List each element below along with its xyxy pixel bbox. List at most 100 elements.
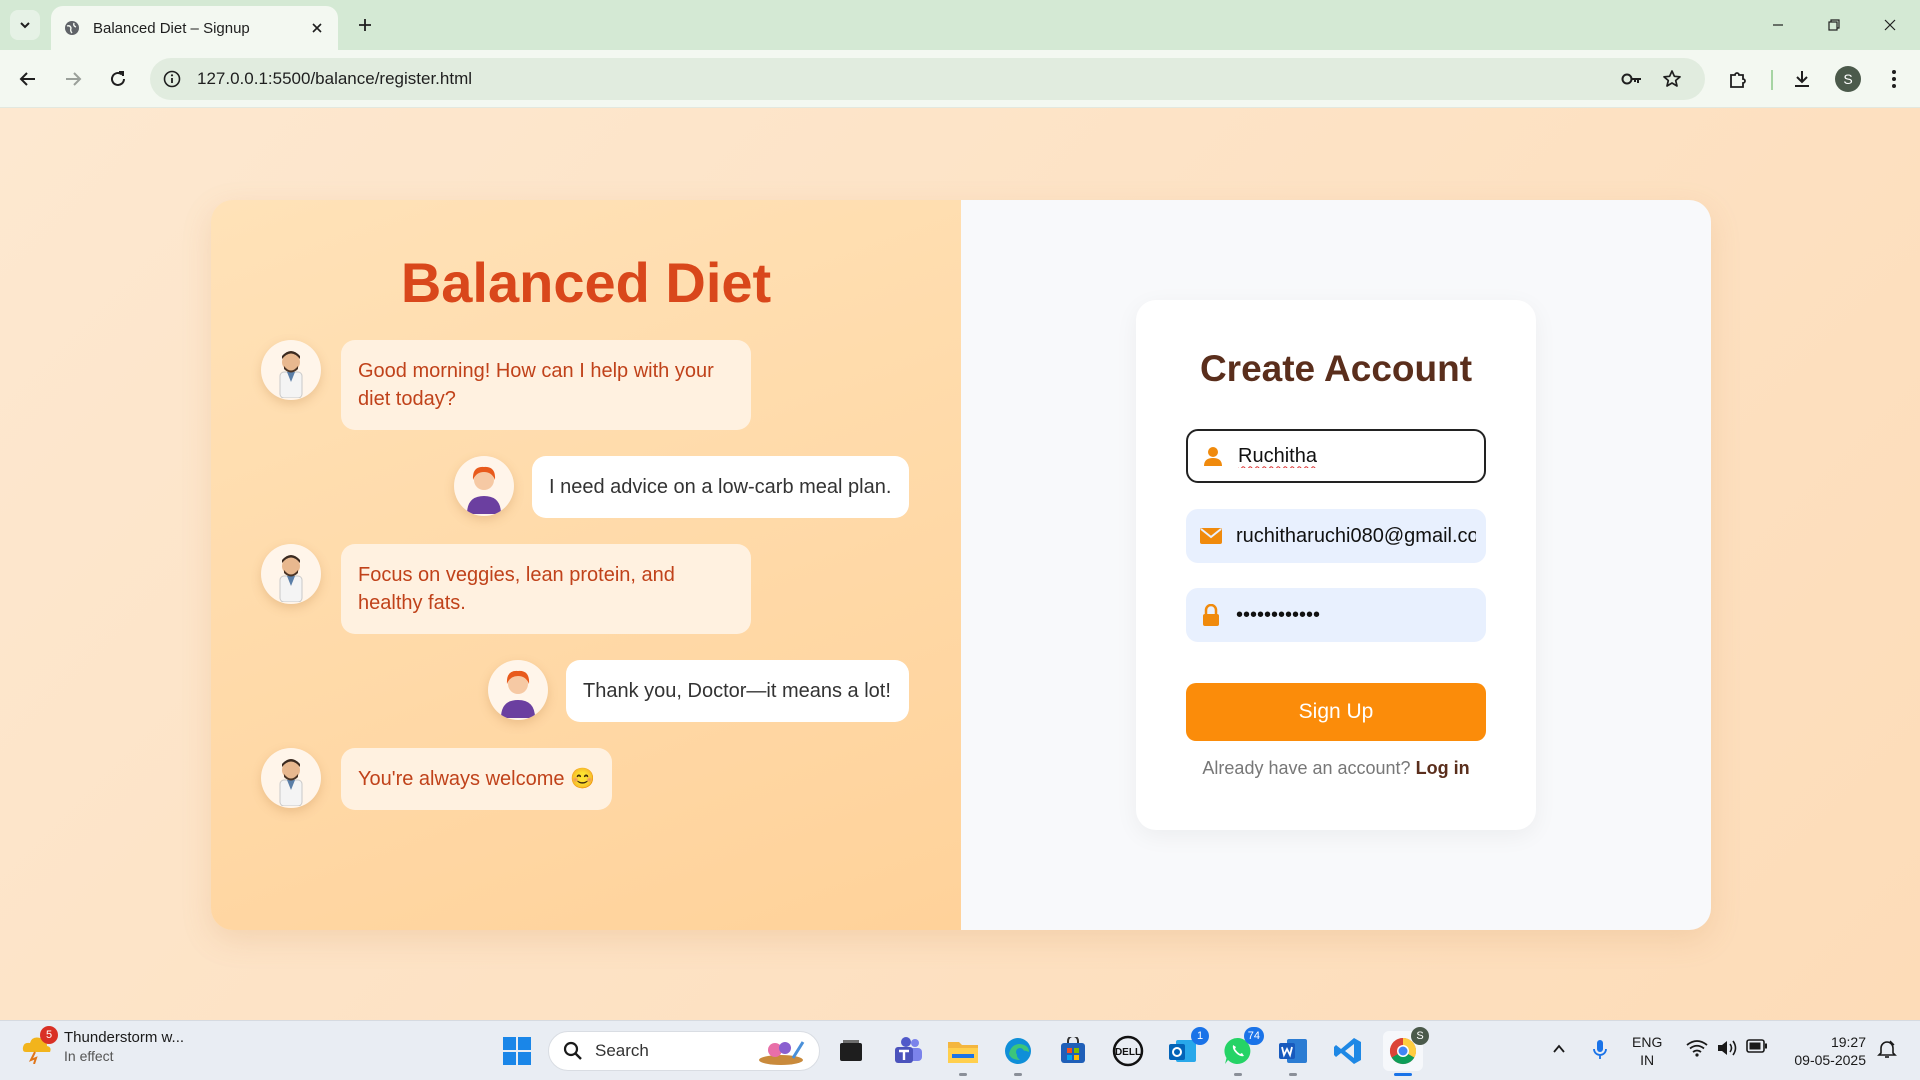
tab-search-button[interactable] — [10, 10, 40, 40]
language-indicator[interactable]: ENG IN — [1632, 1033, 1662, 1069]
name-input[interactable] — [1238, 444, 1478, 468]
whatsapp-badge: 74 — [1243, 1027, 1264, 1045]
svg-text:DELL: DELL — [1115, 1047, 1141, 1058]
close-window-button[interactable] — [1862, 0, 1918, 50]
chat-message-user: Thank you, Doctor—it means a lot! — [488, 660, 909, 722]
active-tab[interactable]: Balanced Diet – Signup — [51, 6, 338, 50]
volume-icon[interactable] — [1716, 1039, 1738, 1057]
folder-icon — [948, 1042, 978, 1063]
whatsapp-app[interactable]: 74 — [1218, 1027, 1264, 1076]
password-field[interactable] — [1186, 588, 1486, 642]
login-prompt-text: Already have an account? — [1202, 758, 1411, 778]
address-bar[interactable]: 127.0.0.1:5500/balance/register.html — [150, 58, 1705, 100]
signup-form: Create Account Ruchitha ruchitharuchi080… — [1136, 300, 1536, 830]
outlook-app[interactable]: 1 — [1163, 1027, 1209, 1071]
password-input[interactable] — [1236, 603, 1476, 627]
word-app[interactable] — [1273, 1031, 1313, 1076]
running-indicator — [1014, 1073, 1022, 1076]
teams-app[interactable] — [888, 1031, 928, 1071]
chevron-up-icon — [1553, 1044, 1565, 1053]
running-indicator — [1234, 1073, 1242, 1076]
reload-button[interactable] — [102, 63, 134, 95]
arrow-right-icon — [66, 72, 82, 86]
minimize-button[interactable] — [1750, 0, 1806, 50]
site-info-icon[interactable] — [162, 69, 182, 89]
chat-bubble: I need advice on a low-carb meal plan. — [532, 456, 909, 518]
chat-message-user: I need advice on a low-carb meal plan. — [454, 456, 909, 518]
chrome-app[interactable]: S — [1383, 1027, 1429, 1076]
sign-up-button[interactable]: Sign Up — [1186, 683, 1486, 741]
star-icon[interactable] — [1660, 68, 1684, 90]
login-link[interactable]: Log in — [1416, 758, 1470, 778]
new-tab-button[interactable] — [351, 11, 379, 39]
dell-logo-icon: DELL — [1112, 1035, 1144, 1067]
system-clock[interactable]: 19:27 09-05-2025 — [1786, 1033, 1866, 1069]
chat-bubble: Focus on veggies, lean protein, and heal… — [341, 544, 751, 634]
brand-title: Balanced Diet — [400, 251, 772, 314]
forward-button[interactable] — [57, 63, 89, 95]
search-highlight-icon — [759, 1041, 805, 1065]
dell-app[interactable]: DELL — [1108, 1031, 1148, 1071]
search-label: Search — [595, 1041, 649, 1060]
chat-message-doctor: You're always welcome 😊 — [261, 748, 612, 810]
browser-toolbar: 127.0.0.1:5500/balance/register.html S — [0, 50, 1920, 108]
extensions-icon[interactable] — [1724, 65, 1752, 93]
user-avatar — [454, 456, 514, 516]
teams-icon — [895, 1037, 922, 1063]
file-explorer-app[interactable] — [943, 1031, 983, 1076]
tab-title: Balanced Diet – Signup — [93, 19, 250, 37]
doctor-avatar — [261, 340, 321, 400]
email-input[interactable] — [1236, 524, 1476, 548]
weather-widget[interactable]: 5 Thunderstorm w... In effect — [20, 1025, 185, 1064]
region-code: IN — [1640, 1052, 1655, 1068]
edge-app[interactable] — [998, 1031, 1038, 1076]
more-menu-icon[interactable] — [1880, 65, 1908, 93]
url-text: 127.0.0.1:5500/balance/register.html — [197, 69, 473, 88]
clock-time: 19:27 — [1830, 1034, 1866, 1050]
microphone-icon[interactable] — [1592, 1039, 1608, 1061]
store-icon — [1061, 1037, 1085, 1063]
taskbar-search[interactable]: Search — [548, 1031, 820, 1071]
profile-avatar[interactable]: S — [1835, 66, 1861, 92]
vscode-app[interactable] — [1328, 1031, 1368, 1071]
show-hidden-icons-button[interactable] — [1551, 1041, 1567, 1057]
chat-bubble: Good morning! How can I help with your d… — [341, 340, 751, 430]
email-field[interactable] — [1186, 509, 1486, 563]
name-field[interactable] — [1186, 429, 1486, 483]
page-viewport: Balanced Diet Good morning! How can I he… — [0, 108, 1920, 1020]
thunderstorm-icon: 5 — [20, 1025, 58, 1064]
chat-bubble: Thank you, Doctor—it means a lot! — [566, 660, 909, 722]
restore-button[interactable] — [1806, 0, 1862, 50]
word-icon — [1279, 1039, 1307, 1063]
task-view-button[interactable] — [831, 1031, 871, 1071]
edge-icon — [1005, 1038, 1031, 1064]
doctor-avatar — [261, 748, 321, 808]
chat-message-doctor: Focus on veggies, lean protein, and heal… — [261, 544, 751, 634]
chat-bubble: You're always welcome 😊 — [341, 748, 612, 810]
lock-icon — [1200, 604, 1222, 626]
weather-title: Thunderstorm w... — [64, 1029, 185, 1046]
task-view-icon — [840, 1040, 862, 1061]
weather-status: In effect — [64, 1048, 114, 1064]
vscode-icon — [1334, 1038, 1361, 1064]
form-panel: Create Account Ruchitha ruchitharuchi080… — [961, 200, 1711, 930]
windows-logo-icon — [503, 1037, 531, 1065]
start-button[interactable] — [497, 1031, 537, 1071]
battery-icon[interactable] — [1746, 1039, 1768, 1053]
signup-card: Balanced Diet Good morning! How can I he… — [211, 200, 1711, 930]
close-icon[interactable] — [308, 19, 326, 37]
password-key-icon[interactable] — [1620, 68, 1644, 90]
back-button[interactable] — [12, 63, 44, 95]
minimize-icon — [1773, 24, 1783, 26]
notifications-icon[interactable] — [1877, 1039, 1897, 1059]
download-icon[interactable] — [1788, 65, 1816, 93]
login-prompt: Already have an account? Log in — [1136, 758, 1536, 779]
browser-tab-strip: Balanced Diet – Signup — [0, 0, 1920, 50]
chevron-down-icon — [20, 22, 30, 29]
restore-icon — [1828, 19, 1840, 31]
toolbar-divider — [1771, 70, 1773, 90]
store-app[interactable] — [1053, 1031, 1093, 1071]
outlook-badge: 1 — [1191, 1027, 1209, 1045]
user-avatar — [488, 660, 548, 720]
wifi-icon[interactable] — [1686, 1039, 1708, 1057]
